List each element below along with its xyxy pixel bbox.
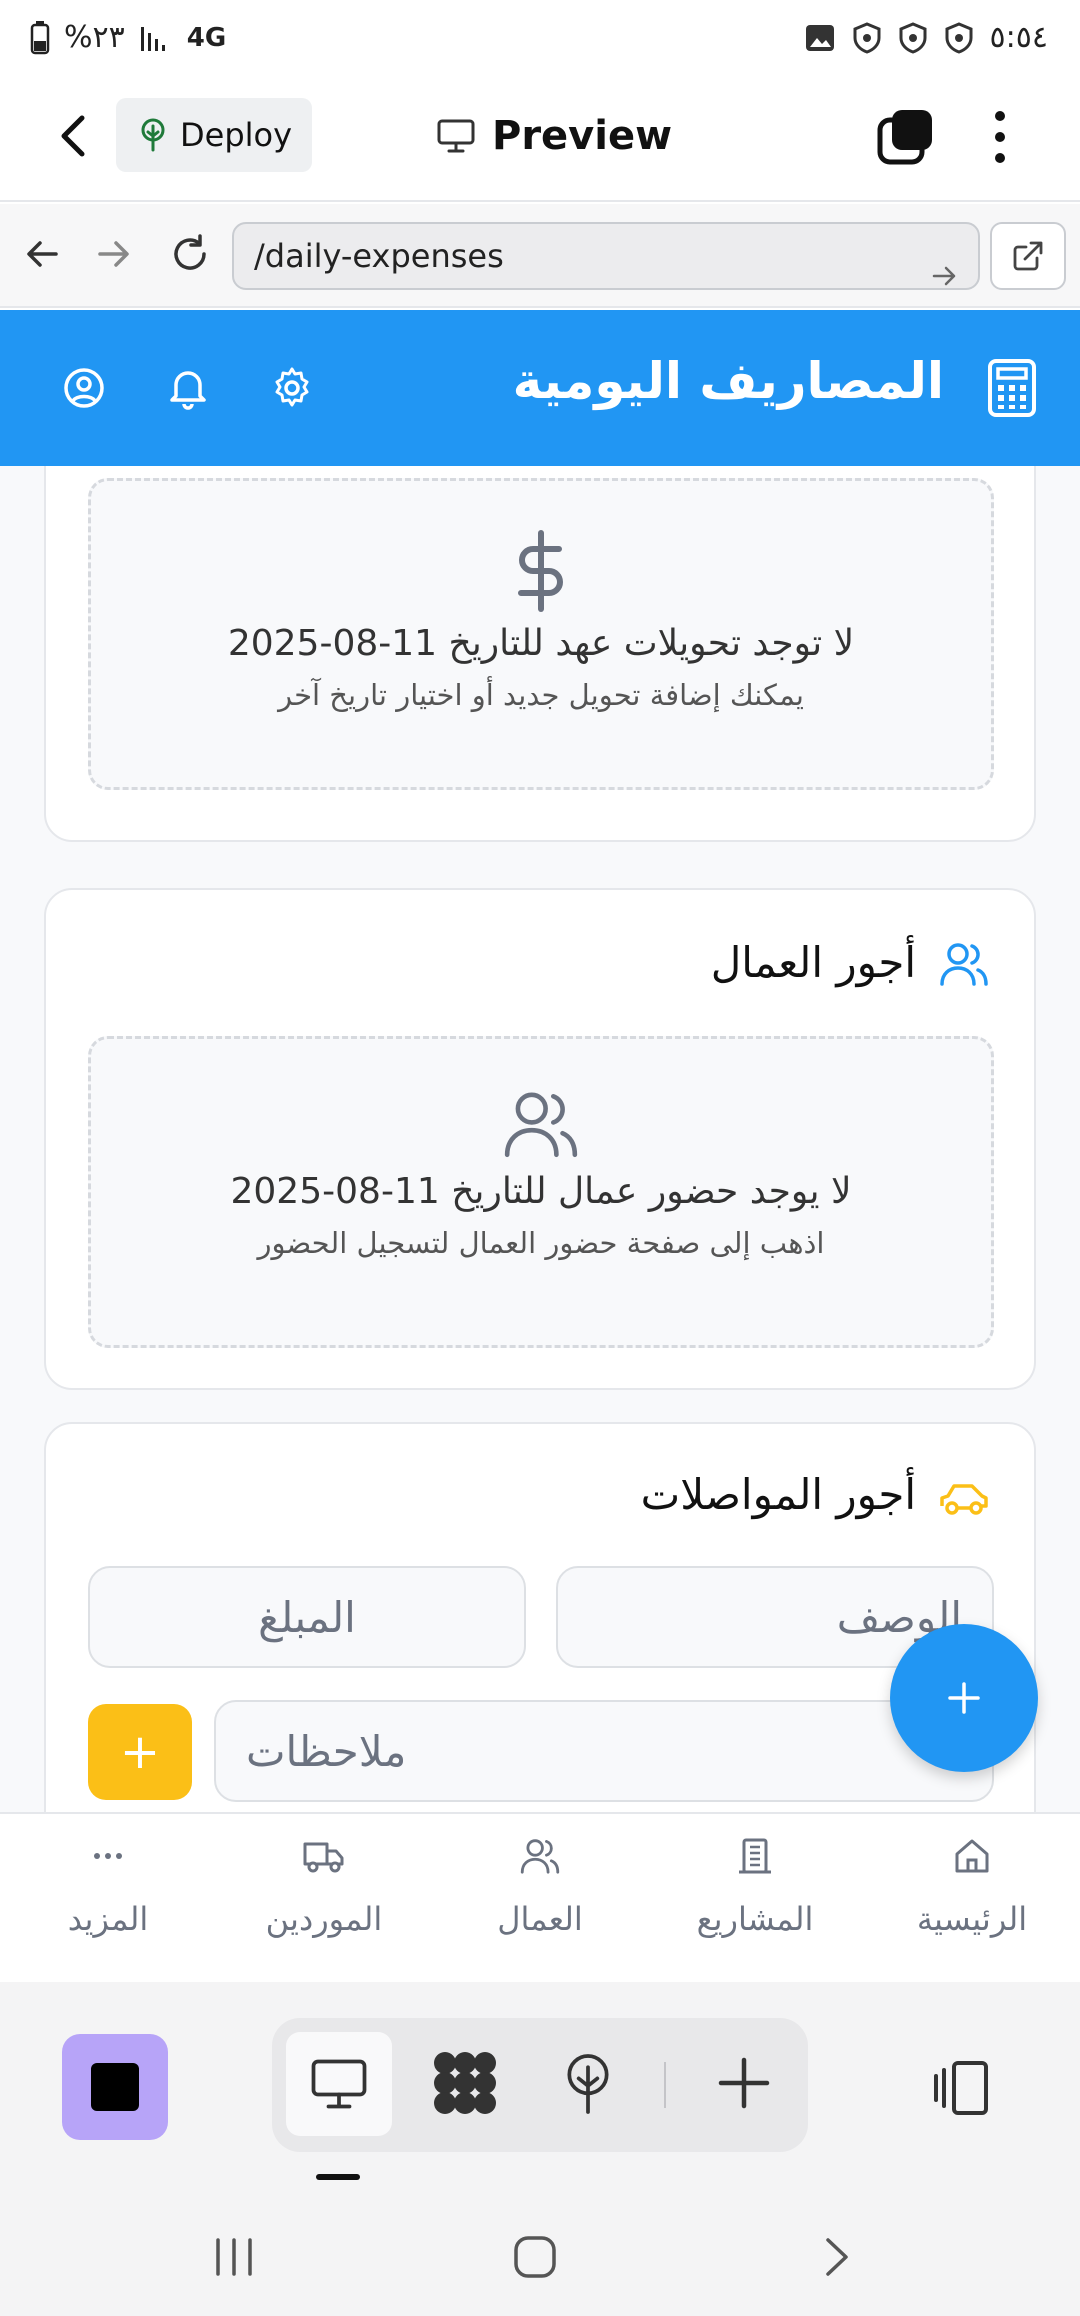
shield-icon (899, 21, 927, 54)
notes-placeholder: ملاحظات (246, 1726, 407, 1776)
workers-wages-card: أجور العمال لا يوجد حضور عمال للتاريخ 11… (44, 888, 1036, 1390)
workers-section-title: أجور العمال (710, 938, 916, 987)
monitor-icon (437, 119, 475, 153)
shield-icon (853, 21, 881, 54)
workers-empty-state: لا يوجد حضور عمال للتاريخ 11-08-2025 اذه… (88, 1036, 994, 1348)
reload-button[interactable] (168, 232, 212, 276)
car-icon (940, 1484, 988, 1515)
active-indicator (316, 2174, 360, 2180)
device-frame-button[interactable] (932, 2060, 992, 2116)
recent-apps-icon[interactable] (212, 2234, 256, 2280)
system-navigation (0, 2202, 1080, 2316)
back-chevron-icon[interactable] (818, 2234, 854, 2280)
user-circle-icon (64, 368, 104, 408)
tree-icon (141, 118, 165, 152)
settings-button[interactable] (270, 366, 314, 410)
calculator-icon (984, 358, 1040, 418)
transport-section-title: أجور المواصلات (640, 1470, 916, 1519)
workers-empty-subtitle: اذهب إلى صفحة حضور العمال لتسجيل الحضور (257, 1226, 825, 1260)
kebab-menu-icon (995, 111, 1005, 163)
bottom-navigation: الرئيسية المشاريع العمال الموردين المزيد (0, 1812, 1080, 1982)
deploy-tool-button[interactable] (560, 2048, 616, 2120)
external-link-icon (1013, 241, 1043, 271)
deploy-label: Deploy (180, 116, 293, 154)
nav-item-suppliers[interactable]: الموردين (224, 1814, 424, 1984)
status-bar: %٢٣ 4G ٥:٥٤ (0, 0, 1080, 80)
preview-title: Preview (436, 102, 672, 170)
page-content[interactable]: لا توجد تحويلات عهد للتاريخ 11-08-2025 ي… (0, 466, 1080, 1812)
plus-icon (948, 1682, 980, 1714)
nav-item-workers[interactable]: العمال (440, 1814, 640, 1984)
nav-item-more[interactable]: المزيد (8, 1814, 208, 1984)
floating-add-button[interactable] (890, 1624, 1038, 1772)
truck-icon (303, 1842, 344, 1873)
users-icon (504, 1092, 578, 1158)
profile-button[interactable] (62, 366, 106, 410)
deploy-button[interactable]: Deploy (116, 98, 312, 172)
view-switcher (272, 2018, 808, 2152)
transport-notes-input[interactable]: ملاحظات (214, 1700, 994, 1802)
signal-icon (140, 26, 165, 51)
browser-back-button[interactable] (22, 234, 62, 274)
stop-button[interactable] (62, 2034, 168, 2140)
apps-button[interactable] (430, 2048, 500, 2118)
clock: ٥:٥٤ (989, 20, 1048, 55)
nav-item-home[interactable]: الرئيسية (872, 1814, 1072, 1984)
chevron-left-icon (61, 115, 85, 157)
notifications-button[interactable] (166, 366, 210, 410)
device-icon (934, 2061, 988, 2115)
monitor-icon (311, 2059, 367, 2109)
plus-icon (718, 2057, 770, 2109)
gallery-icon (805, 24, 834, 51)
dollar-icon (518, 530, 563, 612)
editor-toolbar (0, 1982, 1080, 2202)
reload-icon (174, 234, 206, 270)
tabs-icon (877, 110, 932, 165)
more-menu-button[interactable] (990, 108, 1010, 166)
tree-icon (567, 2054, 609, 2114)
preview-label: Preview (492, 113, 673, 159)
shield-icon (945, 21, 973, 54)
network-type: 4G (186, 22, 227, 53)
add-transport-button[interactable]: + (88, 1704, 192, 1800)
transport-wages-card: أجور المواصلات الوصف المبلغ ملاحظات + (44, 1422, 1036, 1812)
transfers-empty-state: لا توجد تحويلات عهد للتاريخ 11-08-2025 ي… (88, 478, 994, 790)
open-external-button[interactable] (990, 222, 1066, 290)
back-button[interactable] (48, 108, 100, 164)
transfers-card: لا توجد تحويلات عهد للتاريخ 11-08-2025 ي… (44, 466, 1036, 842)
grid-icon (434, 2052, 496, 2114)
page-header: المصاريف اليومية (0, 310, 1080, 466)
go-arrow-icon[interactable] (930, 242, 960, 310)
transport-amount-input[interactable]: المبلغ (88, 1566, 526, 1668)
home-button-icon[interactable] (512, 2234, 558, 2280)
page-title: المصاريف اليومية (512, 352, 944, 410)
add-tool-button[interactable] (712, 2048, 776, 2118)
arrow-right-icon (98, 241, 129, 267)
gear-icon (275, 367, 309, 407)
toolbar-divider (664, 2062, 666, 2108)
battery-icon (30, 20, 50, 54)
plus-icon: + (119, 1724, 161, 1780)
bell-icon (170, 371, 206, 410)
tabs-button[interactable] (876, 108, 934, 166)
nav-item-projects[interactable]: المشاريع (655, 1814, 855, 1984)
desktop-view-button[interactable] (286, 2032, 392, 2136)
users-icon (520, 1839, 560, 1874)
stop-icon (91, 2063, 139, 2111)
battery-level: %٢٣ (64, 20, 125, 55)
transfers-empty-title: لا توجد تحويلات عهد للتاريخ 11-08-2025 (227, 623, 855, 664)
amount-placeholder: المبلغ (258, 1592, 356, 1642)
transfers-empty-subtitle: يمكنك إضافة تحويل جديد أو اختيار تاريخ آ… (278, 678, 804, 712)
home-icon (955, 1839, 989, 1873)
url-bar: /daily-expenses (0, 204, 1080, 308)
url-text: /daily-expenses (254, 237, 504, 275)
more-icon (94, 1853, 122, 1859)
app-header: Deploy Preview (0, 80, 1080, 202)
browser-forward-button[interactable] (94, 234, 134, 274)
building-icon (739, 1838, 771, 1874)
arrow-left-icon (27, 241, 58, 267)
url-input[interactable]: /daily-expenses (232, 222, 980, 290)
users-icon (940, 943, 988, 986)
workers-empty-title: لا يوجد حضور عمال للتاريخ 11-08-2025 (230, 1171, 852, 1212)
